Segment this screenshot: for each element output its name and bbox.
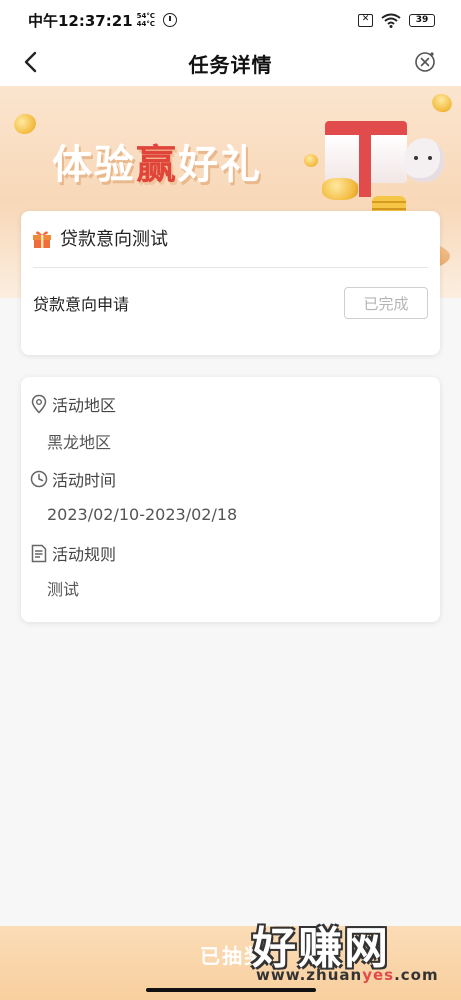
gift-box-illustration xyxy=(325,121,407,197)
task-title: 贷款意向测试 xyxy=(60,229,168,250)
page-title: 任务详情 xyxy=(188,52,273,77)
time-value: 2023/02/10-2023/02/18 xyxy=(47,505,238,524)
task-name: 贷款意向申请 xyxy=(33,295,130,314)
task-row: 贷款意向申请 已完成 xyxy=(33,287,428,319)
watermark-url: www.zhuanyes.com xyxy=(256,966,439,984)
alarm-icon xyxy=(163,13,178,27)
rules-label-row: 活动规则 xyxy=(30,541,116,565)
gold-ingot-icon xyxy=(322,178,358,200)
mascot-illustration xyxy=(404,138,444,182)
region-label: 活动地区 xyxy=(52,396,117,415)
status-bar: 中午12:37:21 54°C 44°C ✕ 39 xyxy=(0,0,461,40)
home-indicator[interactable] xyxy=(146,988,316,992)
coin-decoration-icon xyxy=(304,154,318,167)
clock-icon xyxy=(30,470,48,488)
task-header: 贷款意向测试 xyxy=(21,211,440,265)
coin-decoration-icon xyxy=(11,110,39,138)
time-label: 活动时间 xyxy=(52,471,117,490)
watermark-url-prefix: www.zhuan xyxy=(256,966,363,984)
status-temp-bottom: 44°C xyxy=(136,20,156,28)
task-card: 贷款意向测试 贷款意向申请 已完成 xyxy=(21,211,440,355)
divider xyxy=(33,267,428,268)
rules-label: 活动规则 xyxy=(52,545,117,564)
status-right-group: ✕ 39 xyxy=(358,13,435,28)
watermark-url-suffix: .com xyxy=(394,966,439,984)
banner-title-part1: 体验 xyxy=(52,142,136,188)
coin-decoration-icon xyxy=(429,90,455,116)
region-value: 黑龙地区 xyxy=(47,433,112,452)
back-arrow-icon[interactable] xyxy=(18,48,46,76)
banner-title-part2: 好礼 xyxy=(178,142,262,188)
wifi-icon xyxy=(381,13,401,28)
activity-info-card: 活动地区 黑龙地区 活动时间 2023/02/10-2023/02/18 活动规… xyxy=(21,377,440,622)
status-temperature: 54°C 44°C xyxy=(137,12,155,28)
completed-status-button[interactable]: 已完成 xyxy=(344,287,428,319)
rules-value: 测试 xyxy=(47,580,80,599)
gift-icon xyxy=(33,230,51,248)
status-temp-top: 54°C xyxy=(136,12,156,20)
watermark-url-highlight: yes xyxy=(362,966,395,984)
banner-title-highlight: 赢 xyxy=(136,142,178,188)
battery-icon: 39 xyxy=(409,13,435,27)
nav-bar: 任务详情 xyxy=(0,40,461,86)
location-pin-icon xyxy=(31,394,47,414)
region-label-row: 活动地区 xyxy=(30,392,116,416)
close-icon[interactable] xyxy=(413,50,437,74)
sim-off-icon: ✕ xyxy=(358,13,373,27)
banner-title: 体验赢好礼 xyxy=(52,132,262,190)
time-label-row: 活动时间 xyxy=(30,467,116,491)
status-time: 中午12:37:21 xyxy=(28,11,133,30)
document-icon xyxy=(31,544,47,562)
